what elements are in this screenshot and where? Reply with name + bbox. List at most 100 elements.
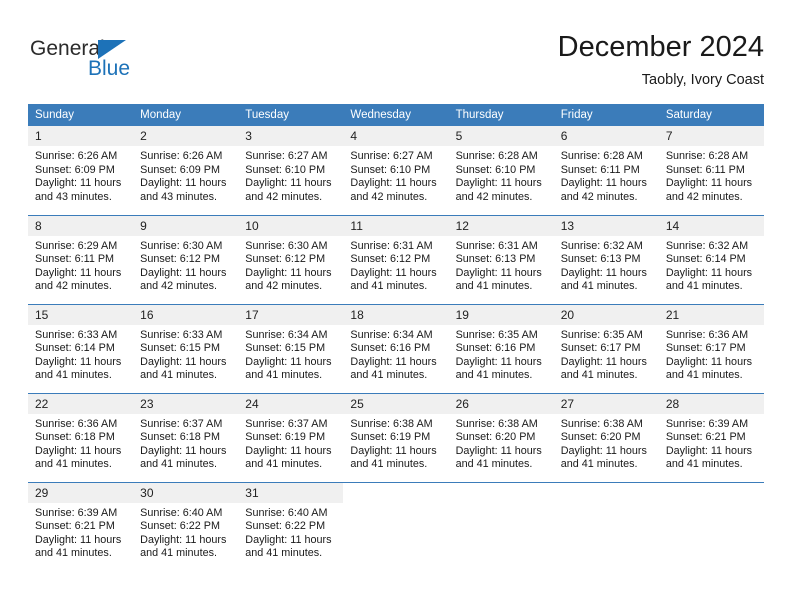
calendar-day-cell[interactable]: 13 Sunrise: 6:32 AM Sunset: 6:13 PM Dayligh… (553, 214, 659, 304)
calendar-day-cell[interactable]: 21 Sunrise: 6:36 AM Sunset: 6:17 PM Dayligh… (658, 303, 764, 393)
calendar-day-cell[interactable]: 4 Sunrise: 6:27 AM Sunset: 6:10 PM Daylight… (343, 126, 449, 215)
calendar-day-cell[interactable]: 17 Sunrise: 6:34 AM Sunset: 6:15 PM Dayligh… (238, 303, 344, 393)
calendar-week-row: 8 Sunrise: 6:29 AM Sunset: 6:11 PM Daylight… (28, 214, 764, 304)
calendar-day-cell[interactable]: 27 Sunrise: 6:38 AM Sunset: 6:20 PM Dayligh… (553, 392, 659, 482)
calendar-day-cell[interactable]: 25 Sunrise: 6:38 AM Sunset: 6:19 PM Dayligh… (343, 392, 449, 482)
calendar-day-cell[interactable]: 26 Sunrise: 6:38 AM Sunset: 6:20 PM Dayligh… (448, 392, 554, 482)
day-details: Sunrise: 6:35 AM Sunset: 6:16 PM Daylight:… (449, 325, 554, 383)
calendar-day-cell[interactable]: 10 Sunrise: 6:30 AM Sunset: 6:12 PM Dayligh… (238, 214, 344, 304)
calendar-day-cell[interactable] (448, 481, 554, 571)
calendar-day-cell[interactable]: 22 Sunrise: 6:36 AM Sunset: 6:18 PM Dayligh… (28, 392, 134, 482)
day-number: 27 (553, 393, 659, 414)
sunset-text: Sunset: 6:20 PM (560, 431, 641, 444)
day-number: 21 (658, 304, 764, 325)
calendar-day-cell[interactable]: 19 Sunrise: 6:35 AM Sunset: 6:16 PM Dayligh… (448, 303, 554, 393)
daylight-text-line1: Daylight: 11 hours (245, 444, 332, 457)
day-number (554, 483, 659, 503)
day-number: 22 (28, 393, 134, 414)
sunset-text: Sunset: 6:22 PM (245, 520, 326, 533)
calendar-day-cell[interactable]: 1 Sunrise: 6:26 AM Sunset: 6:09 PM Daylight… (28, 126, 134, 215)
calendar-day-cell[interactable]: 9 Sunrise: 6:30 AM Sunset: 6:12 PM Daylight… (133, 214, 239, 304)
day-details: Sunrise: 6:34 AM Sunset: 6:16 PM Daylight:… (343, 325, 448, 383)
daylight-text-line2: and 41 minutes. (350, 280, 428, 293)
weekday-header-tuesday: Tuesday (238, 104, 344, 126)
daylight-text-line1: Daylight: 11 hours (665, 177, 753, 190)
calendar-day-cell[interactable] (658, 481, 764, 571)
calendar-day-cell[interactable]: 23 Sunrise: 6:37 AM Sunset: 6:18 PM Dayligh… (133, 392, 239, 482)
calendar-day-cell[interactable]: 8 Sunrise: 6:29 AM Sunset: 6:11 PM Daylight… (28, 214, 134, 304)
daylight-text-line2: and 41 minutes. (455, 458, 533, 471)
weekday-header-friday: Friday (553, 104, 659, 126)
calendar-body: 1 Sunrise: 6:26 AM Sunset: 6:09 PM Daylight… (28, 126, 764, 571)
sunrise-text: Sunrise: 6:36 AM (35, 417, 118, 430)
sunset-text: Sunset: 6:17 PM (665, 342, 746, 355)
day-details: Sunrise: 6:32 AM Sunset: 6:14 PM Daylight:… (659, 236, 764, 294)
sunset-text: Sunset: 6:17 PM (560, 342, 641, 355)
calendar-day-cell[interactable]: 18 Sunrise: 6:34 AM Sunset: 6:16 PM Dayligh… (343, 303, 449, 393)
calendar-day-cell[interactable]: 15 Sunrise: 6:33 AM Sunset: 6:14 PM Dayligh… (28, 303, 134, 393)
daylight-text-line2: and 43 minutes. (35, 190, 112, 203)
calendar-day-cell[interactable]: 6 Sunrise: 6:28 AM Sunset: 6:11 PM Daylight… (553, 126, 659, 215)
daylight-text-line1: Daylight: 11 hours (35, 266, 122, 279)
sunrise-text: Sunrise: 6:28 AM (455, 150, 538, 162)
daylight-text-line2: and 41 minutes. (560, 280, 638, 293)
weekday-header-thursday: Thursday (448, 104, 554, 126)
daylight-text-line2: and 42 minutes. (350, 190, 428, 203)
sunrise-text: Sunrise: 6:31 AM (350, 239, 433, 252)
page-header: General Blue December 2024 Taobly, Ivory… (28, 30, 764, 100)
calendar-day-cell[interactable]: 29 Sunrise: 6:39 AM Sunset: 6:21 PM Dayligh… (28, 481, 134, 571)
sunset-text: Sunset: 6:11 PM (35, 253, 115, 266)
sunrise-text: Sunrise: 6:34 AM (350, 328, 433, 341)
day-details: Sunrise: 6:36 AM Sunset: 6:17 PM Daylight:… (659, 325, 764, 383)
calendar-day-cell[interactable]: 24 Sunrise: 6:37 AM Sunset: 6:19 PM Dayligh… (238, 392, 344, 482)
day-number: 12 (448, 215, 554, 236)
calendar-day-cell[interactable]: 12 Sunrise: 6:31 AM Sunset: 6:13 PM Dayligh… (448, 214, 554, 304)
calendar-day-cell[interactable] (553, 481, 659, 571)
day-details: Sunrise: 6:39 AM Sunset: 6:21 PM Daylight:… (659, 414, 764, 472)
calendar-header-row: Sunday Monday Tuesday Wednesday Thursday… (28, 104, 764, 126)
sunrise-text: Sunrise: 6:35 AM (455, 328, 538, 341)
sunrise-text: Sunrise: 6:33 AM (35, 328, 118, 341)
calendar-day-cell[interactable]: 28 Sunrise: 6:39 AM Sunset: 6:21 PM Dayligh… (658, 392, 764, 482)
calendar-day-cell[interactable]: 16 Sunrise: 6:33 AM Sunset: 6:15 PM Dayligh… (133, 303, 239, 393)
sunset-text: Sunset: 6:10 PM (455, 163, 536, 176)
calendar-day-cell[interactable]: 14 Sunrise: 6:32 AM Sunset: 6:14 PM Dayligh… (658, 214, 764, 304)
calendar-week-row: 29 Sunrise: 6:39 AM Sunset: 6:21 PM Dayligh… (28, 481, 764, 571)
daylight-text-line2: and 41 minutes. (350, 369, 428, 382)
daylight-text-line2: and 41 minutes. (35, 547, 112, 560)
calendar-day-cell[interactable]: 5 Sunrise: 6:28 AM Sunset: 6:10 PM Daylight… (448, 126, 554, 215)
day-number: 10 (238, 215, 344, 236)
daylight-text-line2: and 42 minutes. (665, 190, 743, 203)
daylight-text-line1: Daylight: 11 hours (35, 177, 122, 190)
calendar-day-cell[interactable] (343, 481, 449, 571)
daylight-text-line2: and 41 minutes. (665, 458, 743, 471)
daylight-text-line1: Daylight: 11 hours (350, 177, 437, 190)
daylight-text-line1: Daylight: 11 hours (455, 266, 542, 279)
day-details: Sunrise: 6:30 AM Sunset: 6:12 PM Daylight:… (238, 236, 343, 294)
sunrise-text: Sunrise: 6:26 AM (140, 150, 223, 162)
calendar-page: General Blue December 2024 Taobly, Ivory… (0, 0, 792, 612)
sunrise-text: Sunrise: 6:34 AM (245, 328, 328, 341)
sunset-text: Sunset: 6:16 PM (350, 342, 431, 355)
calendar-day-cell[interactable]: 30 Sunrise: 6:40 AM Sunset: 6:22 PM Dayligh… (133, 481, 239, 571)
day-number: 24 (238, 393, 344, 414)
calendar-day-cell[interactable]: 11 Sunrise: 6:31 AM Sunset: 6:12 PM Dayligh… (343, 214, 449, 304)
day-details: Sunrise: 6:32 AM Sunset: 6:13 PM Daylight:… (554, 236, 659, 294)
brand-logo[interactable]: General Blue (30, 38, 160, 86)
sunrise-text: Sunrise: 6:28 AM (665, 150, 749, 162)
calendar-day-cell[interactable]: 2 Sunrise: 6:26 AM Sunset: 6:09 PM Daylight… (133, 126, 239, 215)
day-details: Sunrise: 6:39 AM Sunset: 6:21 PM Daylight:… (28, 503, 133, 561)
daylight-text-line1: Daylight: 11 hours (245, 355, 332, 368)
calendar-day-cell[interactable]: 20 Sunrise: 6:35 AM Sunset: 6:17 PM Dayligh… (553, 303, 659, 393)
daylight-text-line1: Daylight: 11 hours (35, 533, 122, 546)
sunrise-text: Sunrise: 6:29 AM (35, 239, 118, 252)
daylight-text-line2: and 41 minutes. (665, 280, 743, 293)
day-details: Sunrise: 6:26 AM Sunset: 6:09 PM Daylight:… (133, 146, 238, 204)
location-subtitle: Taobly, Ivory Coast (641, 72, 764, 88)
daylight-text-line2: and 41 minutes. (140, 369, 217, 382)
calendar-day-cell[interactable]: 3 Sunrise: 6:27 AM Sunset: 6:10 PM Daylight… (238, 126, 344, 215)
day-details: Sunrise: 6:37 AM Sunset: 6:18 PM Daylight:… (133, 414, 238, 472)
calendar-day-cell[interactable]: 7 Sunrise: 6:28 AM Sunset: 6:11 PM Daylight… (658, 126, 764, 215)
calendar-day-cell[interactable]: 31 Sunrise: 6:40 AM Sunset: 6:22 PM Dayligh… (238, 481, 344, 571)
daylight-text-line2: and 41 minutes. (245, 458, 323, 471)
